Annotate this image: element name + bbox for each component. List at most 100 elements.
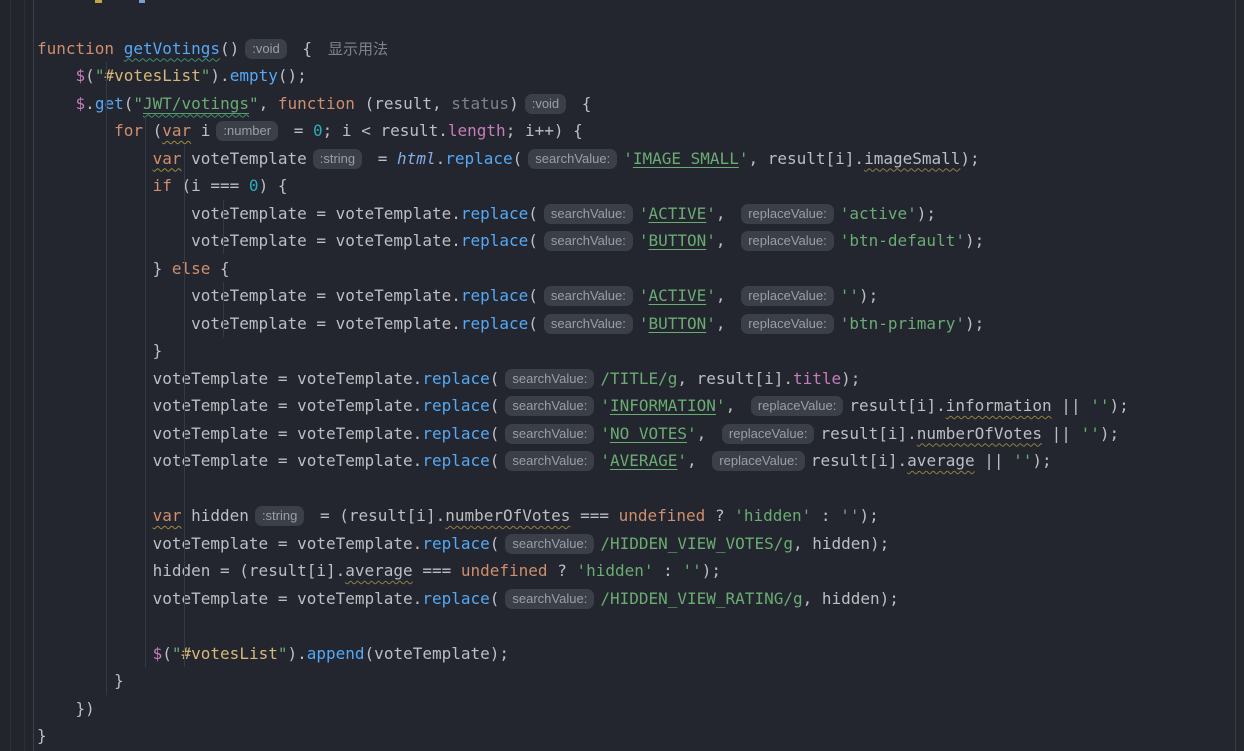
code-token: , xyxy=(259,94,278,113)
inlay-hint[interactable]: replaceValue: xyxy=(741,204,834,224)
code-token: , xyxy=(687,451,706,470)
code-token: , xyxy=(716,231,735,250)
code-line[interactable]: voteTemplate = voteTemplate.replace(sear… xyxy=(37,585,1235,613)
code-token: ' xyxy=(600,424,610,443)
code-token: 'hidden' xyxy=(734,506,811,525)
code-token: ); xyxy=(965,314,984,333)
inlay-hint[interactable]: replaceValue: xyxy=(751,396,844,416)
code-token: ' xyxy=(687,424,697,443)
code-line[interactable] xyxy=(37,475,1235,503)
code-token: () xyxy=(220,39,239,58)
inlay-hint[interactable]: :number xyxy=(216,121,278,141)
code-token: else xyxy=(172,259,211,278)
code-line[interactable]: voteTemplate = voteTemplate.replace(sear… xyxy=(37,310,1235,338)
clipped-code-line[interactable] xyxy=(37,0,1235,7)
code-token: BUTTON xyxy=(648,314,706,333)
code-token: ( xyxy=(490,369,500,388)
code-line[interactable]: voteTemplate = voteTemplate.replace(sear… xyxy=(37,227,1235,255)
inlay-hint[interactable]: searchValue: xyxy=(505,534,594,554)
code-line[interactable]: } xyxy=(37,667,1235,695)
code-token: AVERAGE xyxy=(610,451,677,470)
inlay-hint[interactable]: replaceValue: xyxy=(741,314,834,334)
code-token: voteTemplate = voteTemplate. xyxy=(37,396,422,415)
code-token: , hidden); xyxy=(793,534,889,553)
code-line[interactable]: var voteTemplate:string = html.replace(s… xyxy=(37,145,1235,173)
code-line[interactable]: voteTemplate = voteTemplate.replace(sear… xyxy=(37,392,1235,420)
code-line[interactable]: voteTemplate = voteTemplate.replace(sear… xyxy=(37,530,1235,558)
code-token: ' xyxy=(706,286,716,305)
code-line[interactable]: $("#votesList").empty(); xyxy=(37,62,1235,90)
code-token: === xyxy=(413,561,461,580)
inlay-hint[interactable]: searchValue: xyxy=(505,369,594,389)
code-token: voteTemplate = voteTemplate. xyxy=(37,286,461,305)
code-line[interactable] xyxy=(37,7,1235,35)
code-line[interactable]: voteTemplate = voteTemplate.replace(sear… xyxy=(37,447,1235,475)
code-token: , xyxy=(716,314,735,333)
code-line[interactable]: voteTemplate = voteTemplate.replace(sear… xyxy=(37,200,1235,228)
code-line[interactable]: } xyxy=(37,337,1235,365)
inlay-hint[interactable]: searchValue: xyxy=(544,314,633,334)
code-token: { xyxy=(210,259,229,278)
code-line[interactable]: for (var i:number = 0; i < result.length… xyxy=(37,117,1235,145)
code-token: average xyxy=(345,561,412,580)
code-token: ( xyxy=(162,644,172,663)
code-line[interactable]: }) xyxy=(37,695,1235,723)
usages-hint[interactable]: 显示用法 xyxy=(328,41,388,58)
code-token: } xyxy=(37,259,172,278)
inlay-hint[interactable]: replaceValue: xyxy=(722,424,815,444)
inlay-hint[interactable]: :string xyxy=(255,506,304,526)
code-token: result[i]. xyxy=(820,424,916,443)
scrollbar-track[interactable] xyxy=(1235,0,1244,751)
code-token: ' xyxy=(623,149,633,168)
code-line[interactable]: if (i === 0) { xyxy=(37,172,1235,200)
code-token: 'btn-primary' xyxy=(840,314,965,333)
code-line[interactable]: $.get("JWT/votings", function (result, s… xyxy=(37,90,1235,118)
code-token: . xyxy=(85,94,95,113)
code-token: BUTTON xyxy=(648,231,706,250)
code-token: length xyxy=(448,121,506,140)
code-token: ); xyxy=(965,231,984,250)
inlay-hint[interactable]: :void xyxy=(525,94,566,114)
code-token: , xyxy=(697,424,716,443)
code-token: #votesList xyxy=(104,66,200,85)
code-token: " xyxy=(249,94,259,113)
inlay-hint[interactable]: :string xyxy=(313,149,362,169)
inlay-hint[interactable]: searchValue: xyxy=(505,451,594,471)
code-token: '' xyxy=(1013,451,1032,470)
code-token: get xyxy=(95,94,124,113)
inlay-hint[interactable]: :void xyxy=(245,39,286,59)
code-token: function xyxy=(278,94,355,113)
code-area[interactable]: function getVotings():void {显示用法 $("#vot… xyxy=(34,0,1235,751)
code-token: ( xyxy=(513,149,523,168)
code-token: result[i]. xyxy=(849,396,945,415)
inlay-hint[interactable]: searchValue: xyxy=(544,286,633,306)
code-token: ' xyxy=(600,396,610,415)
inlay-hint[interactable]: replaceValue: xyxy=(712,451,805,471)
inlay-hint[interactable]: searchValue: xyxy=(544,231,633,251)
inlay-hint[interactable]: searchValue: xyxy=(505,396,594,416)
code-line[interactable]: voteTemplate = voteTemplate.replace(sear… xyxy=(37,282,1235,310)
code-line[interactable] xyxy=(37,612,1235,640)
code-token: ( xyxy=(490,589,500,608)
code-line[interactable]: hidden = (result[i].average === undefine… xyxy=(37,557,1235,585)
code-token: status xyxy=(451,94,509,113)
inlay-hint[interactable]: searchValue: xyxy=(505,424,594,444)
code-line[interactable]: } xyxy=(37,722,1235,750)
inlay-hint[interactable]: searchValue: xyxy=(528,149,617,169)
inlay-hint[interactable]: replaceValue: xyxy=(741,231,834,251)
code-line[interactable]: function getVotings():void {显示用法 xyxy=(37,35,1235,63)
code-token: ); xyxy=(859,506,878,525)
inlay-hint[interactable]: searchValue: xyxy=(544,204,633,224)
code-line[interactable]: $("#votesList").append(voteTemplate); xyxy=(37,640,1235,668)
code-token: , xyxy=(716,286,735,305)
code-token: voteTemplate = voteTemplate. xyxy=(37,231,461,250)
code-token: voteTemplate = voteTemplate. xyxy=(37,314,461,333)
editor-gutter xyxy=(0,0,34,751)
code-line[interactable]: voteTemplate = voteTemplate.replace(sear… xyxy=(37,365,1235,393)
inlay-hint[interactable]: searchValue: xyxy=(505,589,594,609)
inlay-hint[interactable]: replaceValue: xyxy=(741,286,834,306)
code-line[interactable]: } else { xyxy=(37,255,1235,283)
code-line[interactable]: voteTemplate = voteTemplate.replace(sear… xyxy=(37,420,1235,448)
code-line[interactable]: var hidden:string = (result[i].numberOfV… xyxy=(37,502,1235,530)
code-token: function xyxy=(37,39,114,58)
